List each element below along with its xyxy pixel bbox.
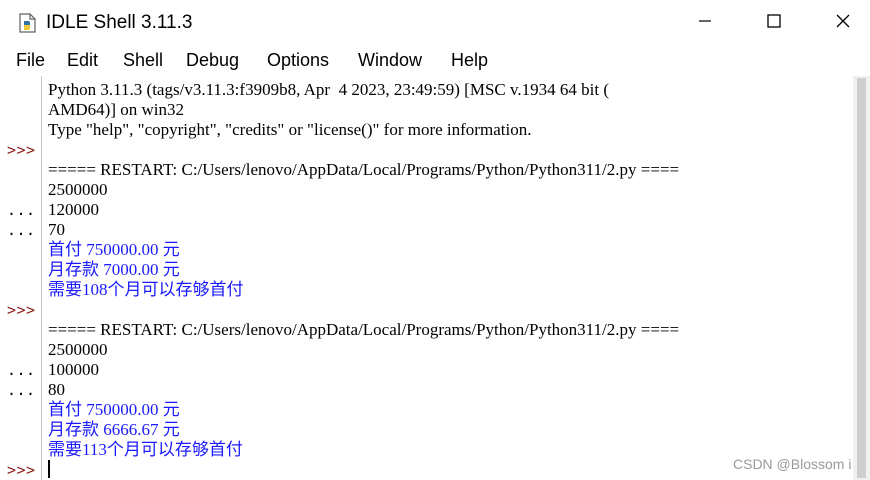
input-line: 70 <box>48 220 65 239</box>
input-line: 120000 <box>48 200 99 219</box>
continuation-marker: ... <box>7 201 36 219</box>
banner-line: Type "help", "copyright", "credits" or "… <box>48 120 532 139</box>
menu-window[interactable]: Window <box>358 50 422 71</box>
minimize-icon <box>697 13 713 34</box>
menu-options[interactable]: Options <box>267 50 329 71</box>
continuation-marker: ... <box>7 221 36 239</box>
menu-shell[interactable]: Shell <box>123 50 163 71</box>
close-button[interactable] <box>814 0 870 46</box>
close-icon <box>835 13 851 34</box>
menu-help[interactable]: Help <box>451 50 488 71</box>
gutter-divider <box>41 76 42 480</box>
prompt-marker: >>> <box>7 141 36 159</box>
output-line: 月存款 6666.67 元 <box>48 420 180 439</box>
output-line: 首付 750000.00 元 <box>48 240 180 259</box>
minimize-button[interactable] <box>676 0 734 46</box>
text-cursor <box>48 460 50 478</box>
output-line: 首付 750000.00 元 <box>48 400 180 419</box>
restart-line: ===== RESTART: C:/Users/lenovo/AppData/L… <box>48 320 680 339</box>
output-line: 需要108个月可以存够首付 <box>48 280 244 299</box>
continuation-marker: ... <box>7 381 36 399</box>
shell-panel: >>> ... ... >>> ... ... >>> Python 3.11.… <box>0 76 870 480</box>
banner-line: Python 3.11.3 (tags/v3.11.3:f3909b8, Apr… <box>48 80 609 99</box>
input-line: 2500000 <box>48 340 108 359</box>
input-line: 100000 <box>48 360 99 379</box>
maximize-icon <box>766 13 782 34</box>
prompt-gutter: >>> ... ... >>> ... ... >>> <box>0 76 41 480</box>
output-line: 月存款 7000.00 元 <box>48 260 180 279</box>
scrollbar-thumb[interactable] <box>857 78 866 478</box>
menu-debug[interactable]: Debug <box>186 50 239 71</box>
input-line: 2500000 <box>48 180 108 199</box>
menu-file[interactable]: File <box>16 50 45 71</box>
menu-bar: File Edit Shell Debug Options Window Hel… <box>0 46 870 76</box>
prompt-marker: >>> <box>7 461 36 479</box>
restart-line: ===== RESTART: C:/Users/lenovo/AppData/L… <box>48 160 680 179</box>
python-feather-icon <box>16 12 38 34</box>
output-line: 需要113个月可以存够首付 <box>48 440 243 459</box>
maximize-button[interactable] <box>745 0 803 46</box>
input-line: 80 <box>48 380 65 399</box>
prompt-marker: >>> <box>7 301 36 319</box>
menu-edit[interactable]: Edit <box>67 50 98 71</box>
vertical-scrollbar[interactable] <box>853 76 870 480</box>
shell-text-area[interactable]: Python 3.11.3 (tags/v3.11.3:f3909b8, Apr… <box>48 80 848 480</box>
continuation-marker: ... <box>7 361 36 379</box>
watermark: CSDN @Blossom i <box>733 456 852 472</box>
window-title: IDLE Shell 3.11.3 <box>46 12 193 33</box>
banner-line: AMD64)] on win32 <box>48 100 184 119</box>
title-bar: IDLE Shell 3.11.3 <box>0 0 870 46</box>
